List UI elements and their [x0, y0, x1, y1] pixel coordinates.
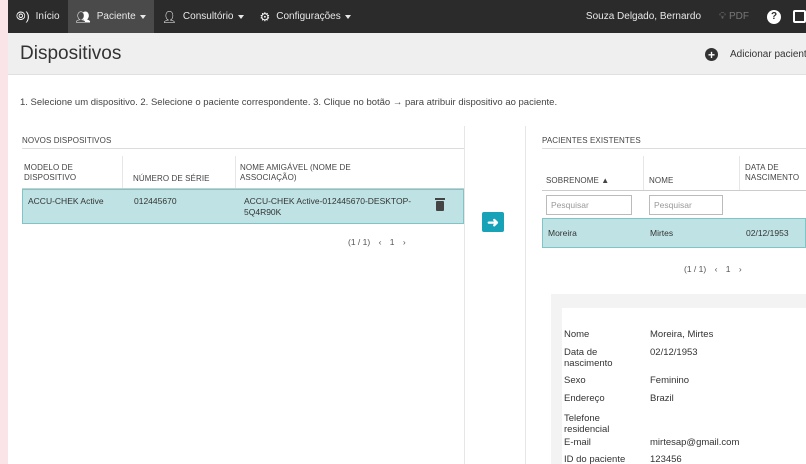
patients-paginator: (1 / 1) ‹ 1 › — [684, 264, 748, 274]
nav-settings-label: Configurações — [276, 11, 341, 22]
col-divider — [739, 156, 740, 190]
pager-page-button[interactable]: 1 — [726, 264, 731, 274]
chevron-down-icon — [344, 14, 351, 19]
detail-value-address: Brazil — [650, 393, 674, 404]
help-icon[interactable]: ? — [767, 9, 781, 24]
device-serial-cell: 012445670 — [134, 196, 177, 206]
patients-panel-title: PACIENTES EXISTENTES — [542, 136, 641, 145]
detail-value-sex: Feminino — [650, 375, 690, 386]
col-divider — [235, 156, 236, 188]
detail-value-email: mirtesap@gmail.com — [650, 437, 740, 448]
users-icon: 👥︎ — [75, 9, 91, 24]
arrow-right-icon: ➜ — [487, 213, 499, 230]
detail-label-birth-date: Data de nascimento — [564, 347, 613, 369]
col-header-surname[interactable]: SOBRENOME ▲ — [546, 176, 609, 186]
col-header-name[interactable]: NOME — [649, 176, 673, 186]
nav-office-label: Consultório — [182, 11, 234, 22]
name-filter-input[interactable] — [649, 195, 723, 215]
detail-label-phone: Telefone residencial — [564, 413, 610, 435]
detail-label-email: E-mail — [564, 437, 591, 448]
surname-filter-input[interactable] — [546, 195, 632, 215]
instructions-text: 1. Selecione um dispositivo. 2. Selecion… — [20, 97, 558, 108]
detail-value-name: Moreira, Mirtes — [650, 329, 714, 340]
user-icon: 👤︎ — [161, 9, 177, 24]
nav-patient-label: Paciente — [96, 11, 136, 22]
pdf-button[interactable]: 💡︎ PDF — [711, 11, 757, 22]
nav-patient-menu[interactable]: 👥︎ Paciente — [67, 0, 154, 33]
nav-home[interactable]: ⦾) Início — [8, 0, 68, 33]
devices-panel-title: NOVOS DISPOSITIVOS — [22, 136, 112, 145]
home-logo-icon: ⦾) — [16, 9, 30, 23]
col-header-serial-number[interactable]: NÚMERO DE SÉRIE — [133, 174, 210, 184]
nav-home-label: Início — [35, 11, 60, 22]
exit-icon[interactable] — [793, 10, 806, 23]
page-title: Dispositivos — [20, 43, 122, 64]
nav-office-menu[interactable]: 👤︎ Consultório — [154, 0, 252, 33]
detail-label-sex: Sexo — [564, 375, 586, 386]
top-navbar: ⦾) Início 👥︎ Paciente 👤︎ Consultório ⚙ C… — [8, 0, 806, 33]
app-window: ⦾) Início 👥︎ Paciente 👤︎ Consultório ⚙ C… — [8, 0, 806, 464]
pager-prev-button[interactable]: ‹ — [379, 237, 382, 247]
detail-value-patient-id: 123456 — [650, 454, 682, 464]
detail-value-birth-date: 02/12/1953 — [650, 347, 698, 358]
pager-count: (1 / 1) — [348, 237, 371, 247]
nav-settings-menu[interactable]: ⚙ Configurações — [252, 0, 359, 33]
add-patient-label: Adicionar pacient — [730, 49, 806, 60]
pager-next-button[interactable]: › — [739, 264, 742, 274]
pager-prev-button[interactable]: ‹ — [715, 264, 718, 274]
column-separator — [525, 126, 526, 464]
trash-icon[interactable] — [435, 198, 445, 211]
col-header-surname-label: SOBRENOME ▲ — [546, 176, 610, 185]
detail-label-name: Nome — [564, 329, 590, 340]
gear-icon: ⚙ — [259, 9, 271, 24]
page-header: Dispositivos + Adicionar pacient — [8, 33, 806, 75]
patient-surname-cell: Moreira — [548, 228, 577, 238]
patient-dob-cell: 02/12/1953 — [746, 228, 789, 238]
device-friendly-name-cell: ACCU-CHEK Active-012445670-DESKTOP-5Q4R9… — [244, 196, 412, 217]
chevron-down-icon — [237, 14, 244, 19]
devices-paginator: (1 / 1) ‹ 1 › — [348, 237, 412, 247]
header-divider — [542, 190, 806, 191]
chevron-down-icon — [139, 14, 146, 19]
col-header-birth-date[interactable]: DATA DE NASCIMENTO — [745, 163, 806, 183]
assign-device-button[interactable]: ➜ — [482, 212, 504, 232]
divider — [542, 148, 806, 149]
pager-next-button[interactable]: › — [403, 237, 406, 247]
lightbulb-icon: 💡︎ — [719, 11, 726, 22]
detail-label-patient-id: ID do paciente — [564, 454, 626, 464]
detail-label-address: Endereço — [564, 393, 605, 404]
add-patient-button[interactable]: + Adicionar pacient — [705, 48, 806, 61]
col-divider — [122, 156, 123, 188]
pdf-label: PDF — [729, 11, 749, 22]
col-header-device-model[interactable]: MODELO DE DISPOSITIVO — [24, 163, 114, 183]
device-model-cell: ACCU-CHEK Active — [28, 196, 104, 206]
col-divider — [643, 156, 644, 190]
column-separator — [464, 126, 465, 464]
nav-right-group: Souza Delgado, Bernardo 💡︎ PDF ? — [576, 0, 806, 33]
pager-page-button[interactable]: 1 — [390, 237, 395, 247]
plus-icon: + — [705, 48, 718, 61]
col-header-friendly-name[interactable]: NOME AMIGÁVEL (NOME DE ASSOCIAÇÃO) — [240, 163, 380, 183]
pager-count: (1 / 1) — [684, 264, 707, 274]
user-menu[interactable]: Souza Delgado, Bernardo — [576, 11, 711, 22]
patient-name-cell: Mirtes — [650, 228, 674, 238]
divider — [22, 148, 464, 149]
